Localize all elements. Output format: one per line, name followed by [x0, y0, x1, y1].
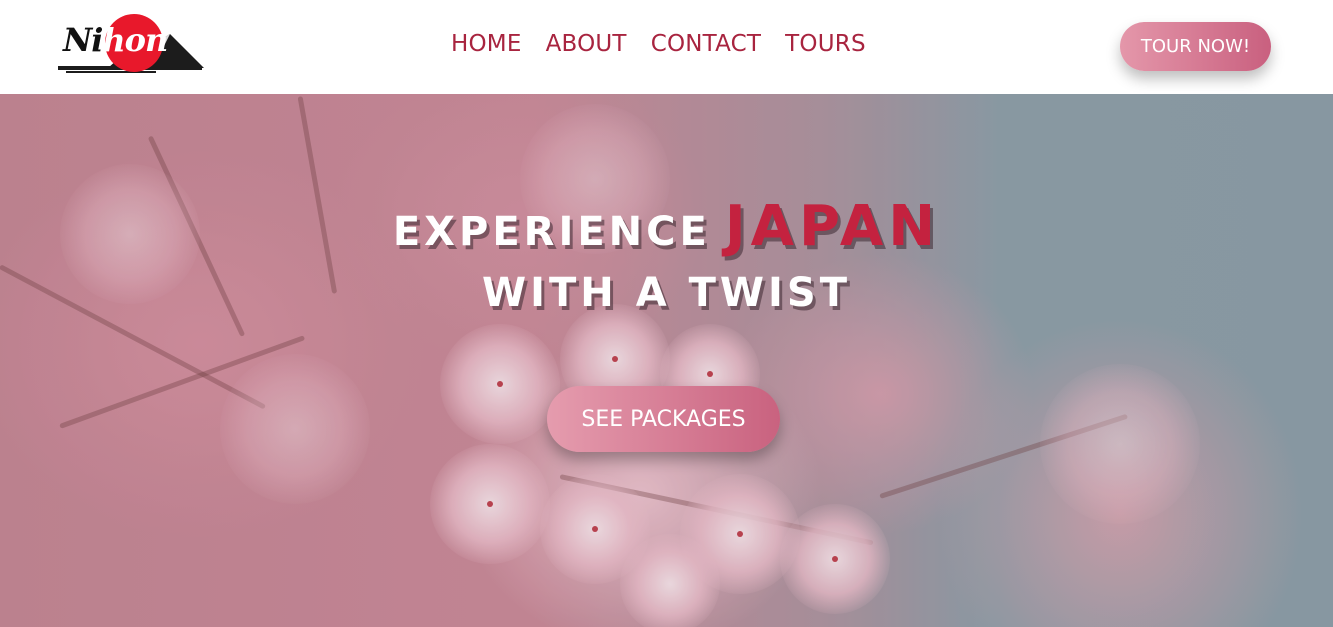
nav-tours[interactable]: TOURS [785, 30, 866, 58]
hero-title-experience: EXPERIENCE [392, 209, 711, 255]
hero-subtitle: WITH A TWIST [482, 270, 851, 316]
nihon-logo[interactable]: Nihon [56, 10, 206, 80]
nav-home[interactable]: HOME [451, 30, 522, 58]
hero-section: EXPERIENCE JAPAN WITH A TWIST SEE PACKAGE… [0, 94, 1333, 627]
hero-overlay [0, 94, 1333, 627]
logo-text: Nihon [63, 21, 168, 59]
hero-title-japan: JAPAN [724, 194, 941, 259]
nav-contact[interactable]: CONTACT [651, 30, 761, 58]
logo-text-hon: hon [102, 21, 168, 59]
hero-title: EXPERIENCE JAPAN [0, 194, 1333, 259]
see-packages-button[interactable]: SEE PACKAGES [547, 386, 780, 452]
nav-about[interactable]: ABOUT [546, 30, 627, 58]
main-nav: HOME ABOUT CONTACT TOURS [451, 30, 866, 58]
tour-now-button[interactable]: TOUR NOW! [1120, 22, 1271, 71]
logo-text-ni: Ni [63, 21, 103, 59]
site-header: Nihon HOME ABOUT CONTACT TOURS TOUR NOW! [0, 0, 1333, 94]
